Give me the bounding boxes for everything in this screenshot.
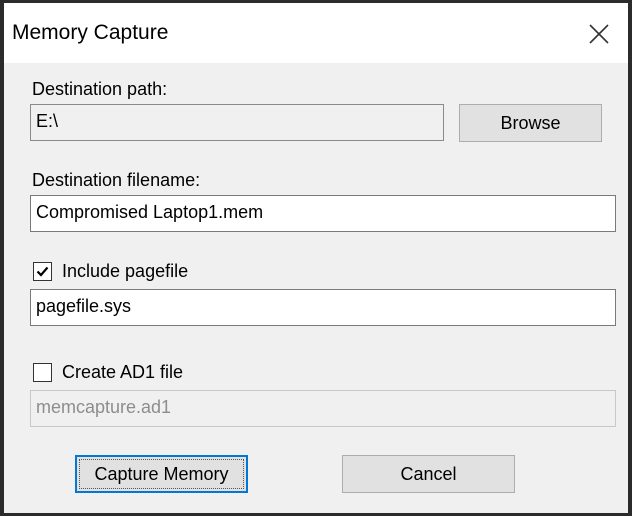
destination-path-field: E:\: [30, 104, 444, 141]
window-title: Memory Capture: [12, 21, 169, 44]
capture-memory-button[interactable]: Capture Memory: [75, 455, 248, 493]
browse-button[interactable]: Browse: [459, 104, 602, 142]
browse-button-label: Browse: [500, 113, 561, 133]
create-ad1-label[interactable]: Create AD1 file: [62, 362, 183, 383]
destination-path-label: Destination path:: [32, 79, 168, 99]
title-bar: Memory Capture: [4, 3, 628, 63]
close-button[interactable]: [578, 11, 624, 57]
memory-capture-dialog: Memory Capture Destination path: E:\ Bro…: [0, 0, 632, 516]
destination-filename-input[interactable]: Compromised Laptop1.mem: [30, 195, 616, 232]
destination-filename-label: Destination filename:: [32, 170, 201, 190]
pagefile-value: pagefile.sys: [36, 296, 132, 316]
capture-memory-button-label: Capture Memory: [94, 464, 229, 484]
include-pagefile-label[interactable]: Include pagefile: [62, 261, 188, 282]
create-ad1-checkbox[interactable]: [33, 363, 52, 382]
cancel-button-label: Cancel: [400, 464, 457, 484]
ad1-filename-value: memcapture.ad1: [36, 397, 172, 417]
ad1-filename-input: memcapture.ad1: [30, 390, 616, 427]
pagefile-input[interactable]: pagefile.sys: [30, 289, 616, 326]
cancel-button[interactable]: Cancel: [342, 455, 515, 493]
include-pagefile-checkbox[interactable]: [33, 262, 52, 281]
destination-filename-value: Compromised Laptop1.mem: [36, 202, 264, 222]
destination-path-value: E:\: [36, 111, 59, 131]
